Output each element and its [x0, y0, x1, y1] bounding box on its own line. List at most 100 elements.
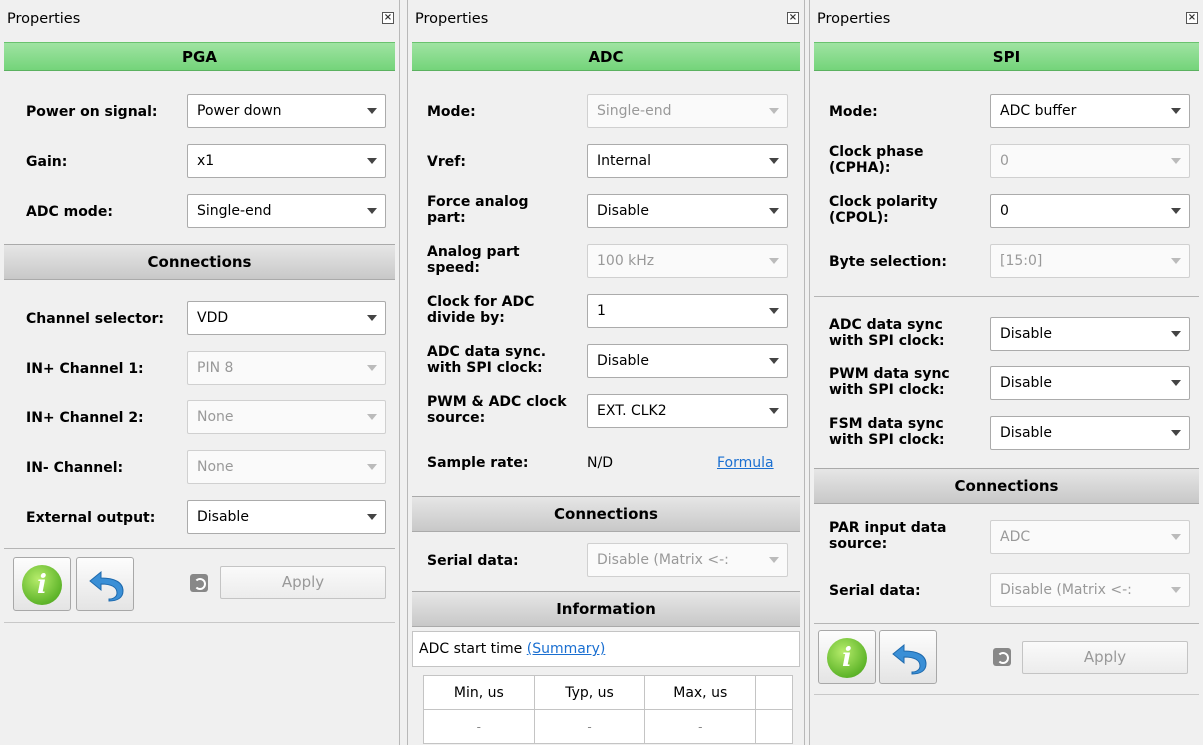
field-label: Force analog part: — [427, 194, 529, 226]
adc-data-sync-dropdown[interactable]: Disable — [587, 344, 788, 378]
table-row: - - - — [423, 709, 793, 744]
chevron-down-icon — [367, 315, 377, 321]
dropdown-value: x1 — [197, 153, 215, 169]
dropdown-value: [15:0] — [1000, 253, 1043, 269]
external-output-dropdown[interactable]: Disable — [187, 500, 386, 534]
revert-icon[interactable] — [993, 648, 1011, 666]
section-header-pga: PGA — [4, 42, 395, 71]
dropdown-value: Disable — [1000, 375, 1052, 391]
in-minus-channel-dropdown[interactable]: None — [187, 450, 386, 484]
adc-properties-panel: Properties × ADC Mode: Single-end Vref: … — [407, 0, 805, 745]
field-label: Channel selector: — [26, 311, 165, 327]
dropdown-value: VDD — [197, 310, 229, 326]
close-icon[interactable]: × — [382, 12, 394, 24]
field-label: Clock polarity (CPOL): — [829, 194, 938, 226]
chevron-down-icon — [367, 464, 377, 470]
formula-link[interactable]: Formula — [717, 455, 774, 471]
section-header-adc: ADC — [412, 42, 800, 71]
vref-dropdown[interactable]: Internal — [587, 144, 788, 178]
divider — [4, 622, 395, 623]
clock-polarity-dropdown[interactable]: 0 — [990, 194, 1190, 228]
clock-phase-dropdown[interactable]: 0 — [990, 144, 1190, 178]
dropdown-value: Single-end — [597, 103, 672, 119]
info-button[interactable]: i — [13, 557, 71, 611]
serial-data-dropdown[interactable]: Disable (Matrix <-: — [990, 573, 1190, 607]
adc-start-time-box: ADC start time (Summary) — [412, 631, 800, 667]
dropdown-value: EXT. CLK2 — [597, 403, 667, 419]
table-header-cell: Typ, us — [533, 675, 646, 710]
chevron-down-icon — [1171, 258, 1181, 264]
force-analog-part-dropdown[interactable]: Disable — [587, 194, 788, 228]
panel-title: Properties — [817, 11, 891, 27]
par-input-source-dropdown[interactable]: ADC — [990, 520, 1190, 554]
revert-icon[interactable] — [190, 574, 208, 592]
undo-icon — [89, 570, 124, 602]
spi-mode-dropdown[interactable]: ADC buffer — [990, 94, 1190, 128]
dropdown-value: 100 kHz — [597, 253, 655, 269]
summary-link[interactable]: (Summary) — [527, 641, 606, 657]
panel-titlebar: Properties × — [810, 0, 1203, 42]
serial-data-dropdown[interactable]: Disable (Matrix <-: — [587, 543, 788, 577]
chevron-down-icon — [367, 208, 377, 214]
undo-icon — [892, 643, 927, 675]
dropdown-value: 1 — [597, 303, 606, 319]
gain-dropdown[interactable]: x1 — [187, 144, 386, 178]
info-icon: i — [827, 638, 867, 678]
chevron-down-icon — [1171, 331, 1181, 337]
in-plus-channel-1-dropdown[interactable]: PIN 8 — [187, 351, 386, 385]
adc-mode-dropdown[interactable]: Single-end — [187, 194, 386, 228]
panel-titlebar: Properties × — [408, 0, 804, 42]
apply-button[interactable]: Apply — [1022, 641, 1188, 674]
section-header-spi: SPI — [814, 42, 1199, 71]
pwm-data-sync-dropdown[interactable]: Disable — [990, 366, 1190, 400]
chevron-down-icon — [1171, 158, 1181, 164]
field-label: Gain: — [26, 154, 68, 170]
field-label: ADC data sync with SPI clock: — [829, 317, 945, 349]
information-header: Information — [412, 591, 800, 627]
undo-button[interactable] — [76, 557, 134, 611]
apply-button[interactable]: Apply — [220, 566, 386, 599]
connections-header: Connections — [814, 468, 1199, 504]
undo-button[interactable] — [879, 630, 937, 684]
divider — [814, 623, 1199, 624]
dropdown-value: Disable — [1000, 425, 1052, 441]
table-cell: - — [644, 709, 757, 744]
panel-titlebar: Properties × — [0, 0, 399, 42]
byte-selection-dropdown[interactable]: [15:0] — [990, 244, 1190, 278]
adc-data-sync-dropdown[interactable]: Disable — [990, 317, 1190, 351]
chevron-down-icon — [367, 108, 377, 114]
field-label: External output: — [26, 510, 156, 526]
info-button[interactable]: i — [818, 630, 876, 684]
adc-start-time-label: ADC start time — [419, 641, 523, 657]
dropdown-value: Single-end — [197, 203, 272, 219]
table-header-cell: Max, us — [644, 675, 757, 710]
adc-start-time-table: Min, us Typ, us Max, us - - - — [423, 675, 793, 744]
clock-divide-dropdown[interactable]: 1 — [587, 294, 788, 328]
analog-part-speed-dropdown[interactable]: 100 kHz — [587, 244, 788, 278]
chevron-down-icon — [1171, 380, 1181, 386]
mode-dropdown[interactable]: Single-end — [587, 94, 788, 128]
fsm-data-sync-dropdown[interactable]: Disable — [990, 416, 1190, 450]
in-plus-channel-2-dropdown[interactable]: None — [187, 400, 386, 434]
pga-properties-panel: Properties × PGA Power on signal: Power … — [0, 0, 400, 745]
field-label: Byte selection: — [829, 254, 947, 270]
dropdown-value: ADC buffer — [1000, 103, 1077, 119]
table-cell: - — [423, 709, 535, 744]
dropdown-value: ADC — [1000, 529, 1031, 545]
connections-header: Connections — [412, 496, 800, 532]
field-label: Analog part speed: — [427, 244, 520, 276]
sample-rate-label: Sample rate: — [427, 455, 529, 471]
chevron-down-icon — [769, 108, 779, 114]
chevron-down-icon — [367, 414, 377, 420]
field-label: Mode: — [427, 104, 476, 120]
channel-selector-dropdown[interactable]: VDD — [187, 301, 386, 335]
dropdown-value: 0 — [1000, 203, 1009, 219]
close-icon[interactable]: × — [787, 12, 799, 24]
divider — [814, 694, 1199, 695]
clock-source-dropdown[interactable]: EXT. CLK2 — [587, 394, 788, 428]
table-header-row: Min, us Typ, us Max, us — [423, 675, 793, 710]
power-on-signal-dropdown[interactable]: Power down — [187, 94, 386, 128]
field-label: PWM data sync with SPI clock: — [829, 366, 950, 398]
close-icon[interactable]: × — [1186, 12, 1198, 24]
field-label: Vref: — [427, 154, 466, 170]
